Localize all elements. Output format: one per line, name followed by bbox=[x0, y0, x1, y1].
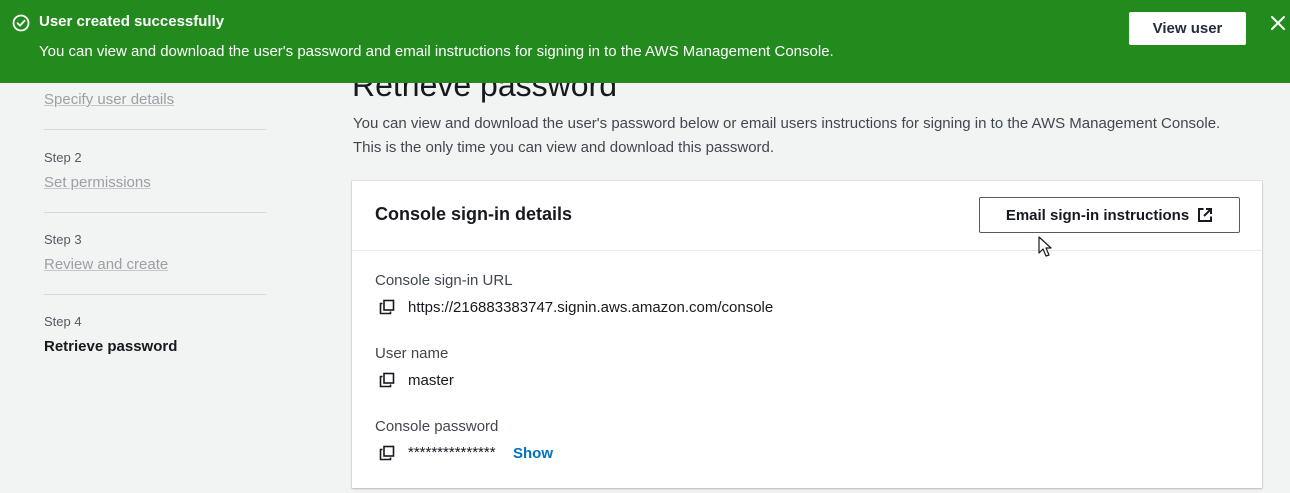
flash-message: You can view and download the user's pas… bbox=[39, 43, 834, 60]
show-password-link[interactable]: Show bbox=[513, 445, 553, 462]
flash-title: User created successfully bbox=[39, 13, 225, 30]
copy-icon[interactable] bbox=[379, 299, 395, 315]
step-current-retrieve-password: Retrieve password bbox=[44, 338, 178, 355]
console-password-label: Console password bbox=[375, 418, 499, 435]
view-user-button[interactable]: View user bbox=[1129, 12, 1246, 45]
step-number: Step 3 bbox=[44, 232, 82, 247]
close-icon[interactable] bbox=[1269, 14, 1287, 32]
description-line: This is the only time you can view and d… bbox=[353, 139, 775, 156]
mouse-cursor-icon bbox=[1038, 236, 1052, 257]
copy-icon[interactable] bbox=[379, 445, 395, 461]
page-description: You can view and download the user's pas… bbox=[353, 112, 1283, 160]
step-divider bbox=[44, 212, 266, 213]
step-number: Step 2 bbox=[44, 150, 82, 165]
user-name-label: User name bbox=[375, 345, 449, 362]
success-flash-banner: User created successfully You can view a… bbox=[0, 0, 1290, 83]
description-line: You can view and download the user's pas… bbox=[353, 115, 1221, 132]
sign-in-url-label: Console sign-in URL bbox=[375, 272, 513, 289]
step-link-review-and-create[interactable]: Review and create bbox=[44, 256, 168, 273]
external-link-icon bbox=[1198, 208, 1213, 222]
check-circle-icon bbox=[12, 14, 30, 32]
user-name-value: master bbox=[408, 372, 454, 389]
step-divider bbox=[44, 129, 266, 130]
step-number: Step 4 bbox=[44, 314, 82, 329]
console-sign-in-details-card: Console sign-in details Email sign-in in… bbox=[352, 181, 1262, 488]
step-link-specify-user-details[interactable]: Specify user details bbox=[44, 91, 174, 108]
step-divider bbox=[44, 294, 266, 295]
card-title: Console sign-in details bbox=[375, 204, 573, 224]
console-password-value: *************** bbox=[408, 444, 496, 461]
email-sign-in-instructions-button[interactable]: Email sign-in instructions bbox=[979, 197, 1240, 233]
card-header: Console sign-in details Email sign-in in… bbox=[352, 181, 1262, 251]
sign-in-url-value: https://216883383747.signin.aws.amazon.c… bbox=[408, 299, 774, 316]
email-button-label: Email sign-in instructions bbox=[1005, 206, 1190, 224]
step-link-set-permissions[interactable]: Set permissions bbox=[44, 174, 151, 191]
copy-icon[interactable] bbox=[379, 372, 395, 388]
